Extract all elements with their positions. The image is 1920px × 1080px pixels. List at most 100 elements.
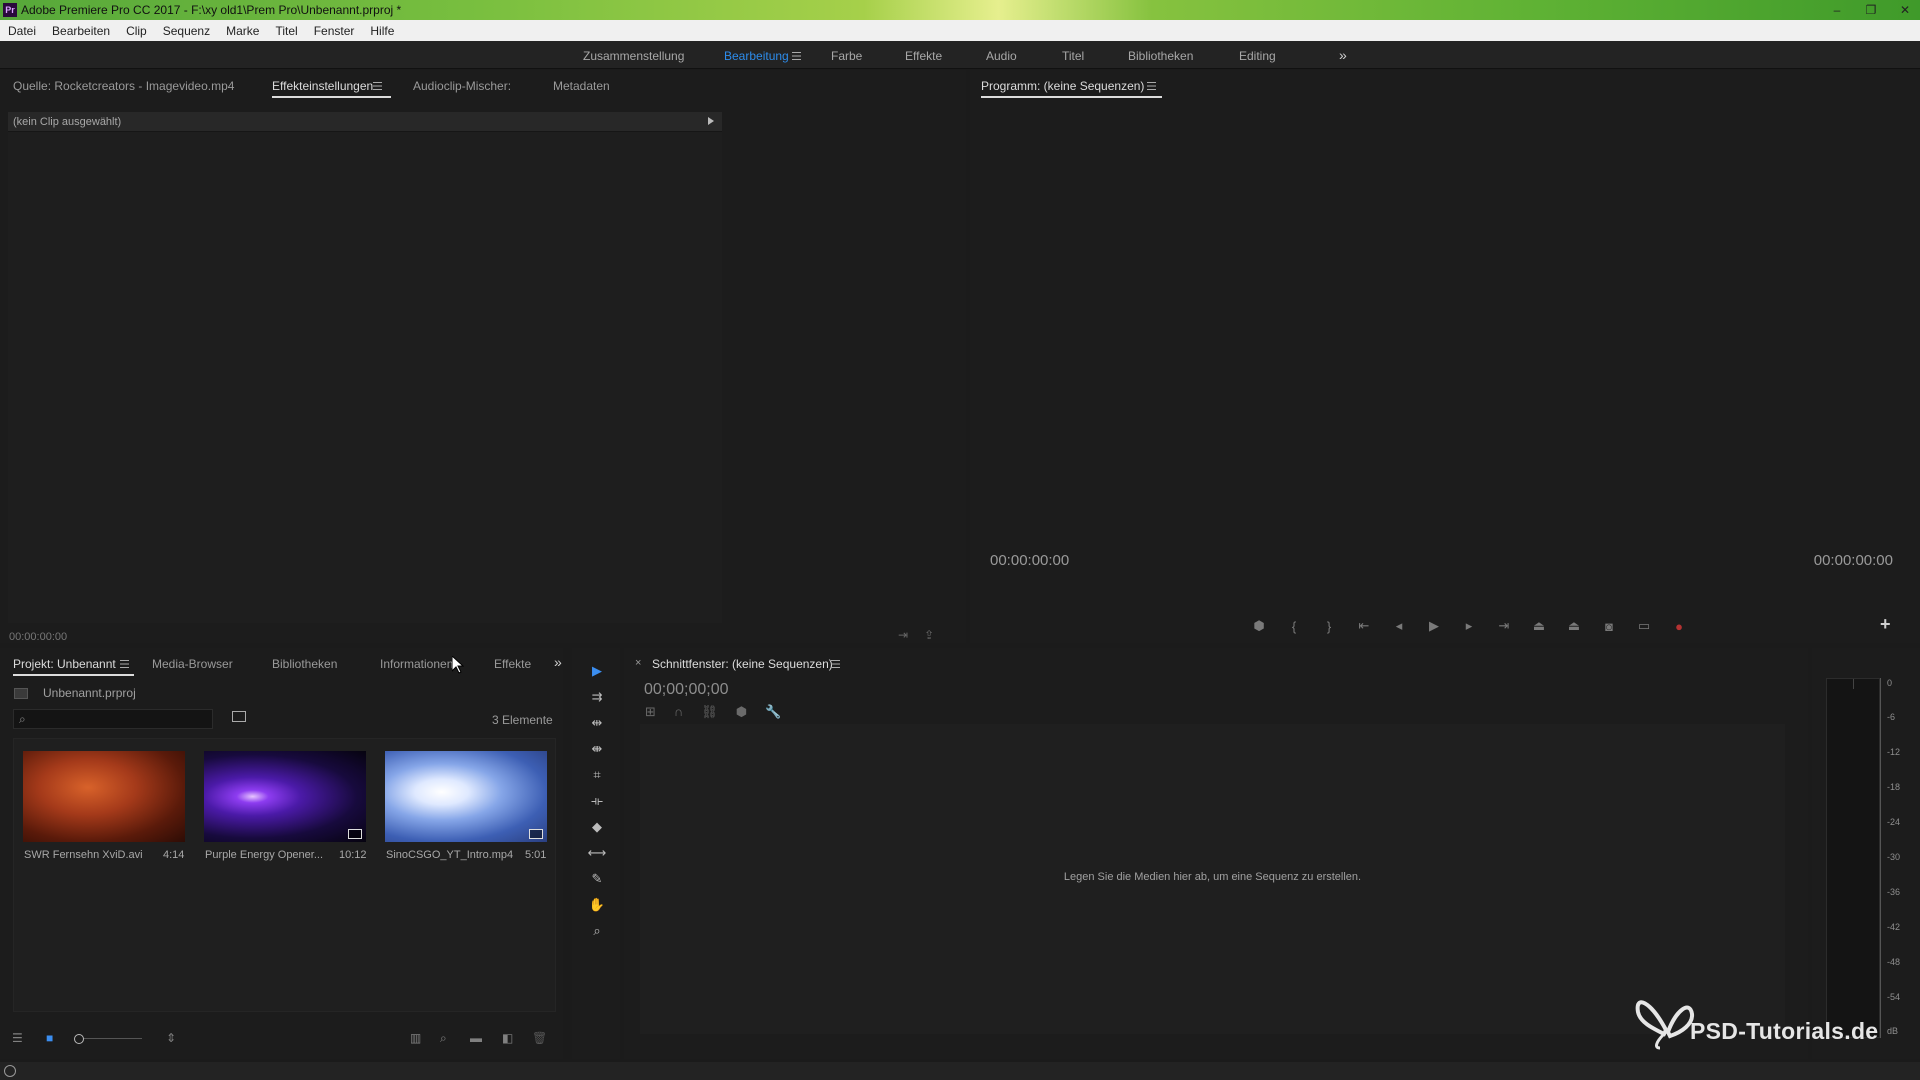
menu-bearbeiten[interactable]: Bearbeiten bbox=[52, 24, 110, 38]
program-menu-icon[interactable] bbox=[1147, 82, 1156, 90]
hand-tool-icon[interactable]: ✋ bbox=[587, 897, 607, 913]
meter-tick: -12 bbox=[1887, 747, 1901, 757]
tab-effects[interactable]: Effekte bbox=[494, 657, 531, 671]
workspace-audio[interactable]: Audio bbox=[986, 49, 1017, 63]
comparison-view-icon[interactable]: ▭ bbox=[1635, 618, 1653, 634]
button-editor-plus-icon[interactable]: + bbox=[1880, 614, 1891, 635]
meter-tick: -18 bbox=[1887, 782, 1901, 792]
lift-icon[interactable]: ⏏ bbox=[1530, 618, 1548, 634]
step-forward-icon[interactable]: ▸ bbox=[1460, 618, 1478, 634]
item-duration: 10:12 bbox=[339, 849, 367, 861]
workspace-farbe[interactable]: Farbe bbox=[831, 49, 862, 63]
automate-to-sequence-icon[interactable]: ▥ bbox=[410, 1031, 421, 1045]
item-name[interactable]: Purple Energy Opener... bbox=[205, 849, 323, 861]
tab-effect-controls[interactable]: Effekteinstellungen bbox=[272, 79, 392, 98]
pen-tool-icon[interactable]: ✎ bbox=[587, 871, 607, 887]
nest-icon[interactable]: ⊞ bbox=[645, 704, 656, 720]
extract-icon[interactable]: ⏏ bbox=[1565, 618, 1583, 634]
timeline-drop-area[interactable]: Legen Sie die Medien hier ab, um eine Se… bbox=[640, 724, 1785, 1034]
menu-fenster[interactable]: Fenster bbox=[314, 24, 355, 38]
item-name[interactable]: SWR Fernsehn XviD.avi bbox=[24, 849, 143, 861]
sort-icon[interactable]: ⇕ bbox=[166, 1031, 176, 1045]
menu-hilfe[interactable]: Hilfe bbox=[370, 24, 394, 38]
rate-stretch-tool-icon[interactable]: ⌗ bbox=[587, 767, 607, 783]
rolling-edit-tool-icon[interactable]: ⇼ bbox=[587, 741, 607, 757]
slide-tool-icon[interactable]: ⟷ bbox=[587, 845, 607, 861]
close-window-button[interactable]: ✕ bbox=[1896, 3, 1914, 17]
tab-libraries[interactable]: Bibliotheken bbox=[272, 657, 337, 671]
timeline-menu-icon[interactable] bbox=[831, 660, 840, 668]
timeline-timecode[interactable]: 00;00;00;00 bbox=[644, 681, 729, 699]
workspace-zusammenstellung[interactable]: Zusammenstellung bbox=[583, 49, 684, 63]
snap-icon[interactable]: ∩ bbox=[674, 704, 683, 720]
tab-timeline[interactable]: Schnittfenster: (keine Sequenzen) bbox=[652, 657, 833, 671]
item-name[interactable]: SinoCSGO_YT_Intro.mp4 bbox=[386, 849, 513, 861]
expand-arrow-icon[interactable] bbox=[708, 117, 714, 125]
project-menu-icon[interactable] bbox=[120, 660, 129, 668]
icon-view-icon[interactable]: ■ bbox=[46, 1031, 53, 1045]
thumbnail-zoom-slider[interactable] bbox=[76, 1038, 142, 1039]
clear-icon[interactable]: 🗑 bbox=[532, 1031, 547, 1045]
menu-clip[interactable]: Clip bbox=[126, 24, 147, 38]
record-icon[interactable]: ● bbox=[1670, 619, 1688, 634]
workspace-titel[interactable]: Titel bbox=[1062, 49, 1084, 63]
go-to-out-icon[interactable]: ⇥ bbox=[1495, 618, 1513, 634]
tab-info[interactable]: Informationen bbox=[380, 657, 453, 671]
settings-wrench-icon[interactable]: 🔧 bbox=[765, 704, 781, 720]
new-search-bin-icon[interactable] bbox=[232, 711, 246, 722]
mark-out-icon[interactable]: } bbox=[1320, 619, 1338, 634]
export-icon[interactable]: ⇪ bbox=[924, 628, 934, 642]
workspace-overflow-icon[interactable]: » bbox=[1339, 47, 1347, 63]
meter-tick: -30 bbox=[1887, 852, 1901, 862]
tab-audio-clip-mixer[interactable]: Audioclip-Mischer: bbox=[413, 79, 511, 93]
project-tabs-overflow-icon[interactable]: » bbox=[554, 654, 562, 670]
slip-tool-icon[interactable]: ◆ bbox=[587, 819, 607, 835]
effect-controls-menu-icon[interactable] bbox=[373, 82, 382, 90]
linked-selection-icon[interactable]: ⛓ bbox=[701, 704, 718, 720]
watermark-text: PSD-Tutorials.de bbox=[1690, 1018, 1879, 1044]
razor-tool-icon[interactable]: ⟛ bbox=[587, 793, 607, 809]
selection-tool-icon[interactable]: ▶ bbox=[587, 663, 607, 679]
filter-clip-icon[interactable]: ⇥ bbox=[898, 628, 908, 642]
menu-titel[interactable]: Titel bbox=[275, 24, 297, 38]
status-icon[interactable] bbox=[4, 1065, 16, 1077]
zoom-tool-icon[interactable]: ⌕ bbox=[587, 923, 607, 939]
add-marker-icon[interactable]: ⬢ bbox=[736, 704, 747, 720]
tab-metadata[interactable]: Metadaten bbox=[553, 79, 610, 93]
list-view-icon[interactable]: ☰ bbox=[12, 1031, 23, 1045]
export-frame-icon[interactable]: ◙ bbox=[1600, 619, 1618, 634]
new-bin-icon[interactable]: ▬ bbox=[470, 1031, 482, 1045]
new-item-icon[interactable]: ◧ bbox=[502, 1031, 513, 1045]
workspace-menu-icon[interactable] bbox=[792, 52, 801, 60]
thumbnail-swr-fernsehn[interactable] bbox=[23, 751, 185, 842]
sequence-badge-icon bbox=[348, 829, 362, 839]
menu-datei[interactable]: Datei bbox=[8, 24, 36, 38]
project-search-input[interactable]: ⌕ bbox=[13, 709, 213, 729]
go-to-in-icon[interactable]: ⇤ bbox=[1355, 618, 1373, 634]
tab-project[interactable]: Projekt: Unbenannt bbox=[13, 657, 134, 676]
tab-program-monitor[interactable]: Programm: (keine Sequenzen) bbox=[981, 79, 1163, 98]
menu-marke[interactable]: Marke bbox=[226, 24, 259, 38]
maximize-button[interactable]: ❐ bbox=[1862, 3, 1880, 17]
track-select-tool-icon[interactable]: ⇉ bbox=[587, 689, 607, 705]
minimize-button[interactable]: – bbox=[1828, 3, 1846, 17]
timeline-close-icon[interactable]: × bbox=[635, 657, 641, 669]
workspace-bibliotheken[interactable]: Bibliotheken bbox=[1128, 49, 1193, 63]
thumbnail-purple-energy[interactable] bbox=[204, 751, 366, 842]
play-icon[interactable]: ▶ bbox=[1425, 618, 1443, 634]
step-back-icon[interactable]: ◂ bbox=[1390, 618, 1408, 634]
menu-sequenz[interactable]: Sequenz bbox=[163, 24, 210, 38]
mark-in-icon[interactable]: { bbox=[1285, 619, 1303, 634]
workspace-editing[interactable]: Editing bbox=[1239, 49, 1276, 63]
thumbnail-zoom-knob[interactable] bbox=[74, 1034, 84, 1044]
ripple-edit-tool-icon[interactable]: ⇹ bbox=[587, 715, 607, 731]
workspace-bearbeitung[interactable]: Bearbeitung bbox=[724, 49, 789, 63]
thumbnail-sinocsgo-intro[interactable] bbox=[385, 751, 547, 842]
workspace-effekte[interactable]: Effekte bbox=[905, 49, 942, 63]
tab-source[interactable]: Quelle: Rocketcreators - Imagevideo.mp4 bbox=[13, 79, 234, 93]
tab-media-browser[interactable]: Media-Browser bbox=[152, 657, 233, 671]
add-marker-icon[interactable]: ⬢ bbox=[1250, 618, 1268, 634]
effect-controls-header: (kein Clip ausgewählt) bbox=[8, 112, 722, 132]
program-timecode-current[interactable]: 00:00:00:00 bbox=[990, 552, 1069, 569]
find-icon[interactable]: ⌕ bbox=[440, 1031, 447, 1046]
